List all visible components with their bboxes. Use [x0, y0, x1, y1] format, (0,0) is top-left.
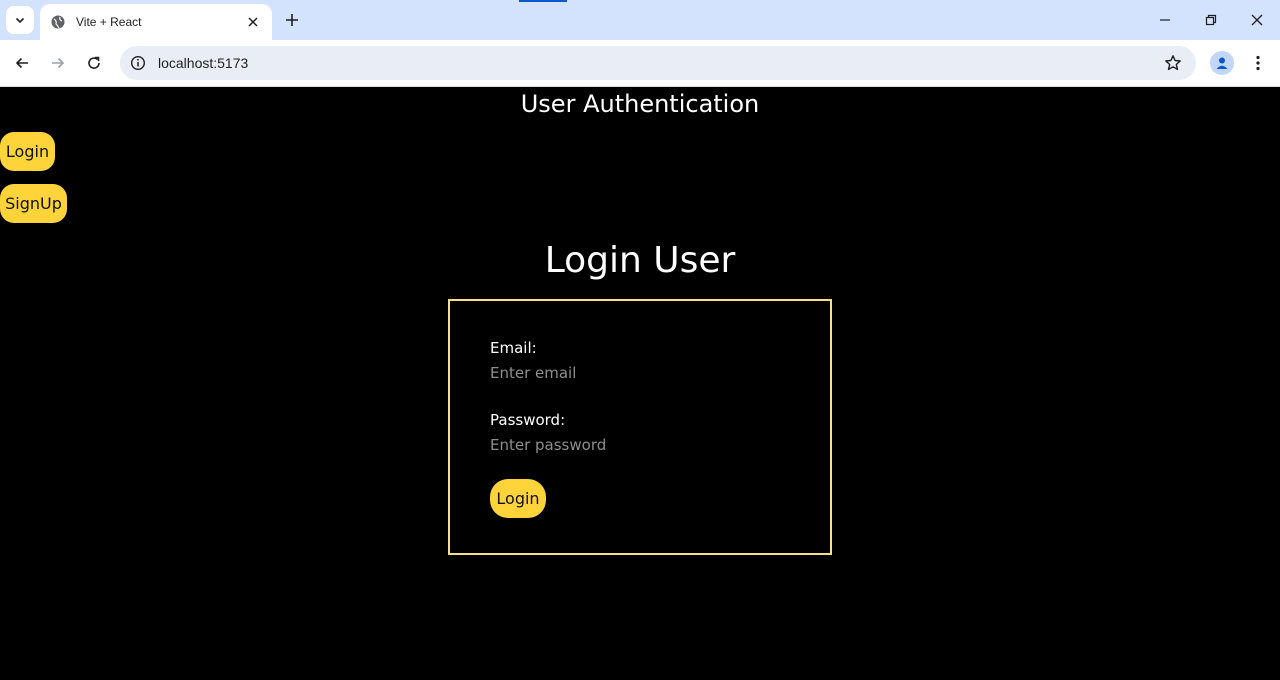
arrow-right-icon: [52, 57, 65, 69]
close-icon: [248, 17, 258, 27]
tab-search-button[interactable]: [6, 6, 34, 34]
page-content: User Authentication Login SignUp Login U…: [0, 88, 1280, 680]
new-tab-button[interactable]: [280, 8, 304, 32]
forward-button[interactable]: [45, 50, 71, 76]
star-icon[interactable]: [1164, 54, 1182, 72]
minimize-icon: [1160, 19, 1170, 21]
browser-menu-button[interactable]: [1248, 51, 1268, 75]
email-field[interactable]: [490, 362, 750, 384]
chevron-down-icon: [15, 17, 25, 24]
restore-button[interactable]: [1196, 6, 1226, 34]
close-icon: [1251, 14, 1263, 26]
password-field[interactable]: [490, 434, 750, 456]
tab-title: Vite + React: [76, 15, 142, 29]
browser-toolbar: localhost:5173: [0, 40, 1280, 87]
login-form: Email: Password: Login: [448, 299, 832, 555]
address-bar[interactable]: localhost:5173: [120, 46, 1196, 80]
person-icon: [1216, 57, 1228, 69]
email-label: Email:: [490, 339, 537, 357]
window-close-button[interactable]: [1242, 6, 1272, 34]
arrow-left-icon: [15, 57, 28, 69]
restore-icon: [1205, 14, 1217, 26]
reload-icon: [88, 56, 100, 69]
site-info-icon[interactable]: [130, 55, 146, 71]
reload-button[interactable]: [81, 50, 107, 76]
form-title: Login User: [544, 240, 736, 281]
browser-tab[interactable]: Vite + React: [40, 4, 272, 40]
tab-close-button[interactable]: [244, 13, 262, 31]
profile-avatar[interactable]: [1210, 51, 1234, 75]
plus-icon: [286, 14, 298, 26]
back-button[interactable]: [9, 50, 35, 76]
password-label: Password:: [490, 411, 566, 429]
url-text: localhost:5173: [158, 55, 249, 71]
browser-tabstrip: Vite + React: [0, 0, 1280, 40]
more-vertical-icon: [1256, 55, 1260, 71]
minimize-button[interactable]: [1150, 6, 1180, 34]
globe-icon: [51, 15, 65, 29]
login-submit-button[interactable]: Login: [490, 479, 546, 518]
tab-indicator: [519, 0, 567, 2]
nav-login-button[interactable]: Login: [0, 132, 55, 171]
app-title: User Authentication: [520, 90, 760, 118]
nav-signup-button[interactable]: SignUp: [0, 184, 67, 223]
